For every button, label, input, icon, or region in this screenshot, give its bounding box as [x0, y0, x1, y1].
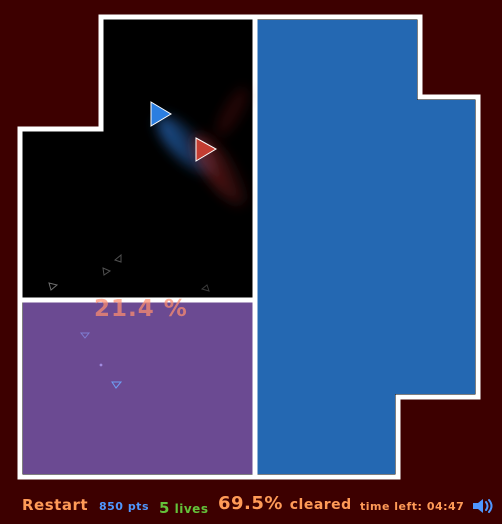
status-bar: Restart 850 pts 5 lives 69.5% cleared ti…	[0, 492, 502, 520]
cleared-label: cleared	[289, 497, 352, 513]
points-value: 850	[99, 500, 124, 513]
time-value: 04:47	[426, 500, 465, 513]
lives-counter: 5 lives	[159, 499, 208, 517]
cleared-percent: 69.5%	[218, 493, 283, 514]
cleared-region-blue	[257, 20, 475, 474]
restart-button[interactable]: Restart	[22, 496, 88, 514]
lives-unit: lives	[174, 502, 209, 516]
lives-value: 5	[159, 499, 170, 517]
speaker-icon-graphic	[473, 499, 493, 513]
time-left: time left: 04:47	[360, 500, 464, 513]
points-unit: pts	[127, 500, 149, 513]
cleared-counter: 69.5% cleared	[218, 493, 352, 514]
region-percent-label: 21.4 %	[94, 296, 188, 322]
time-label: time left:	[360, 500, 423, 513]
game-board	[17, 14, 481, 480]
points-counter: 850 pts	[99, 500, 149, 513]
cleared-region-purple	[23, 302, 254, 474]
speaker-icon[interactable]	[471, 497, 495, 515]
particle-dot	[99, 363, 103, 367]
